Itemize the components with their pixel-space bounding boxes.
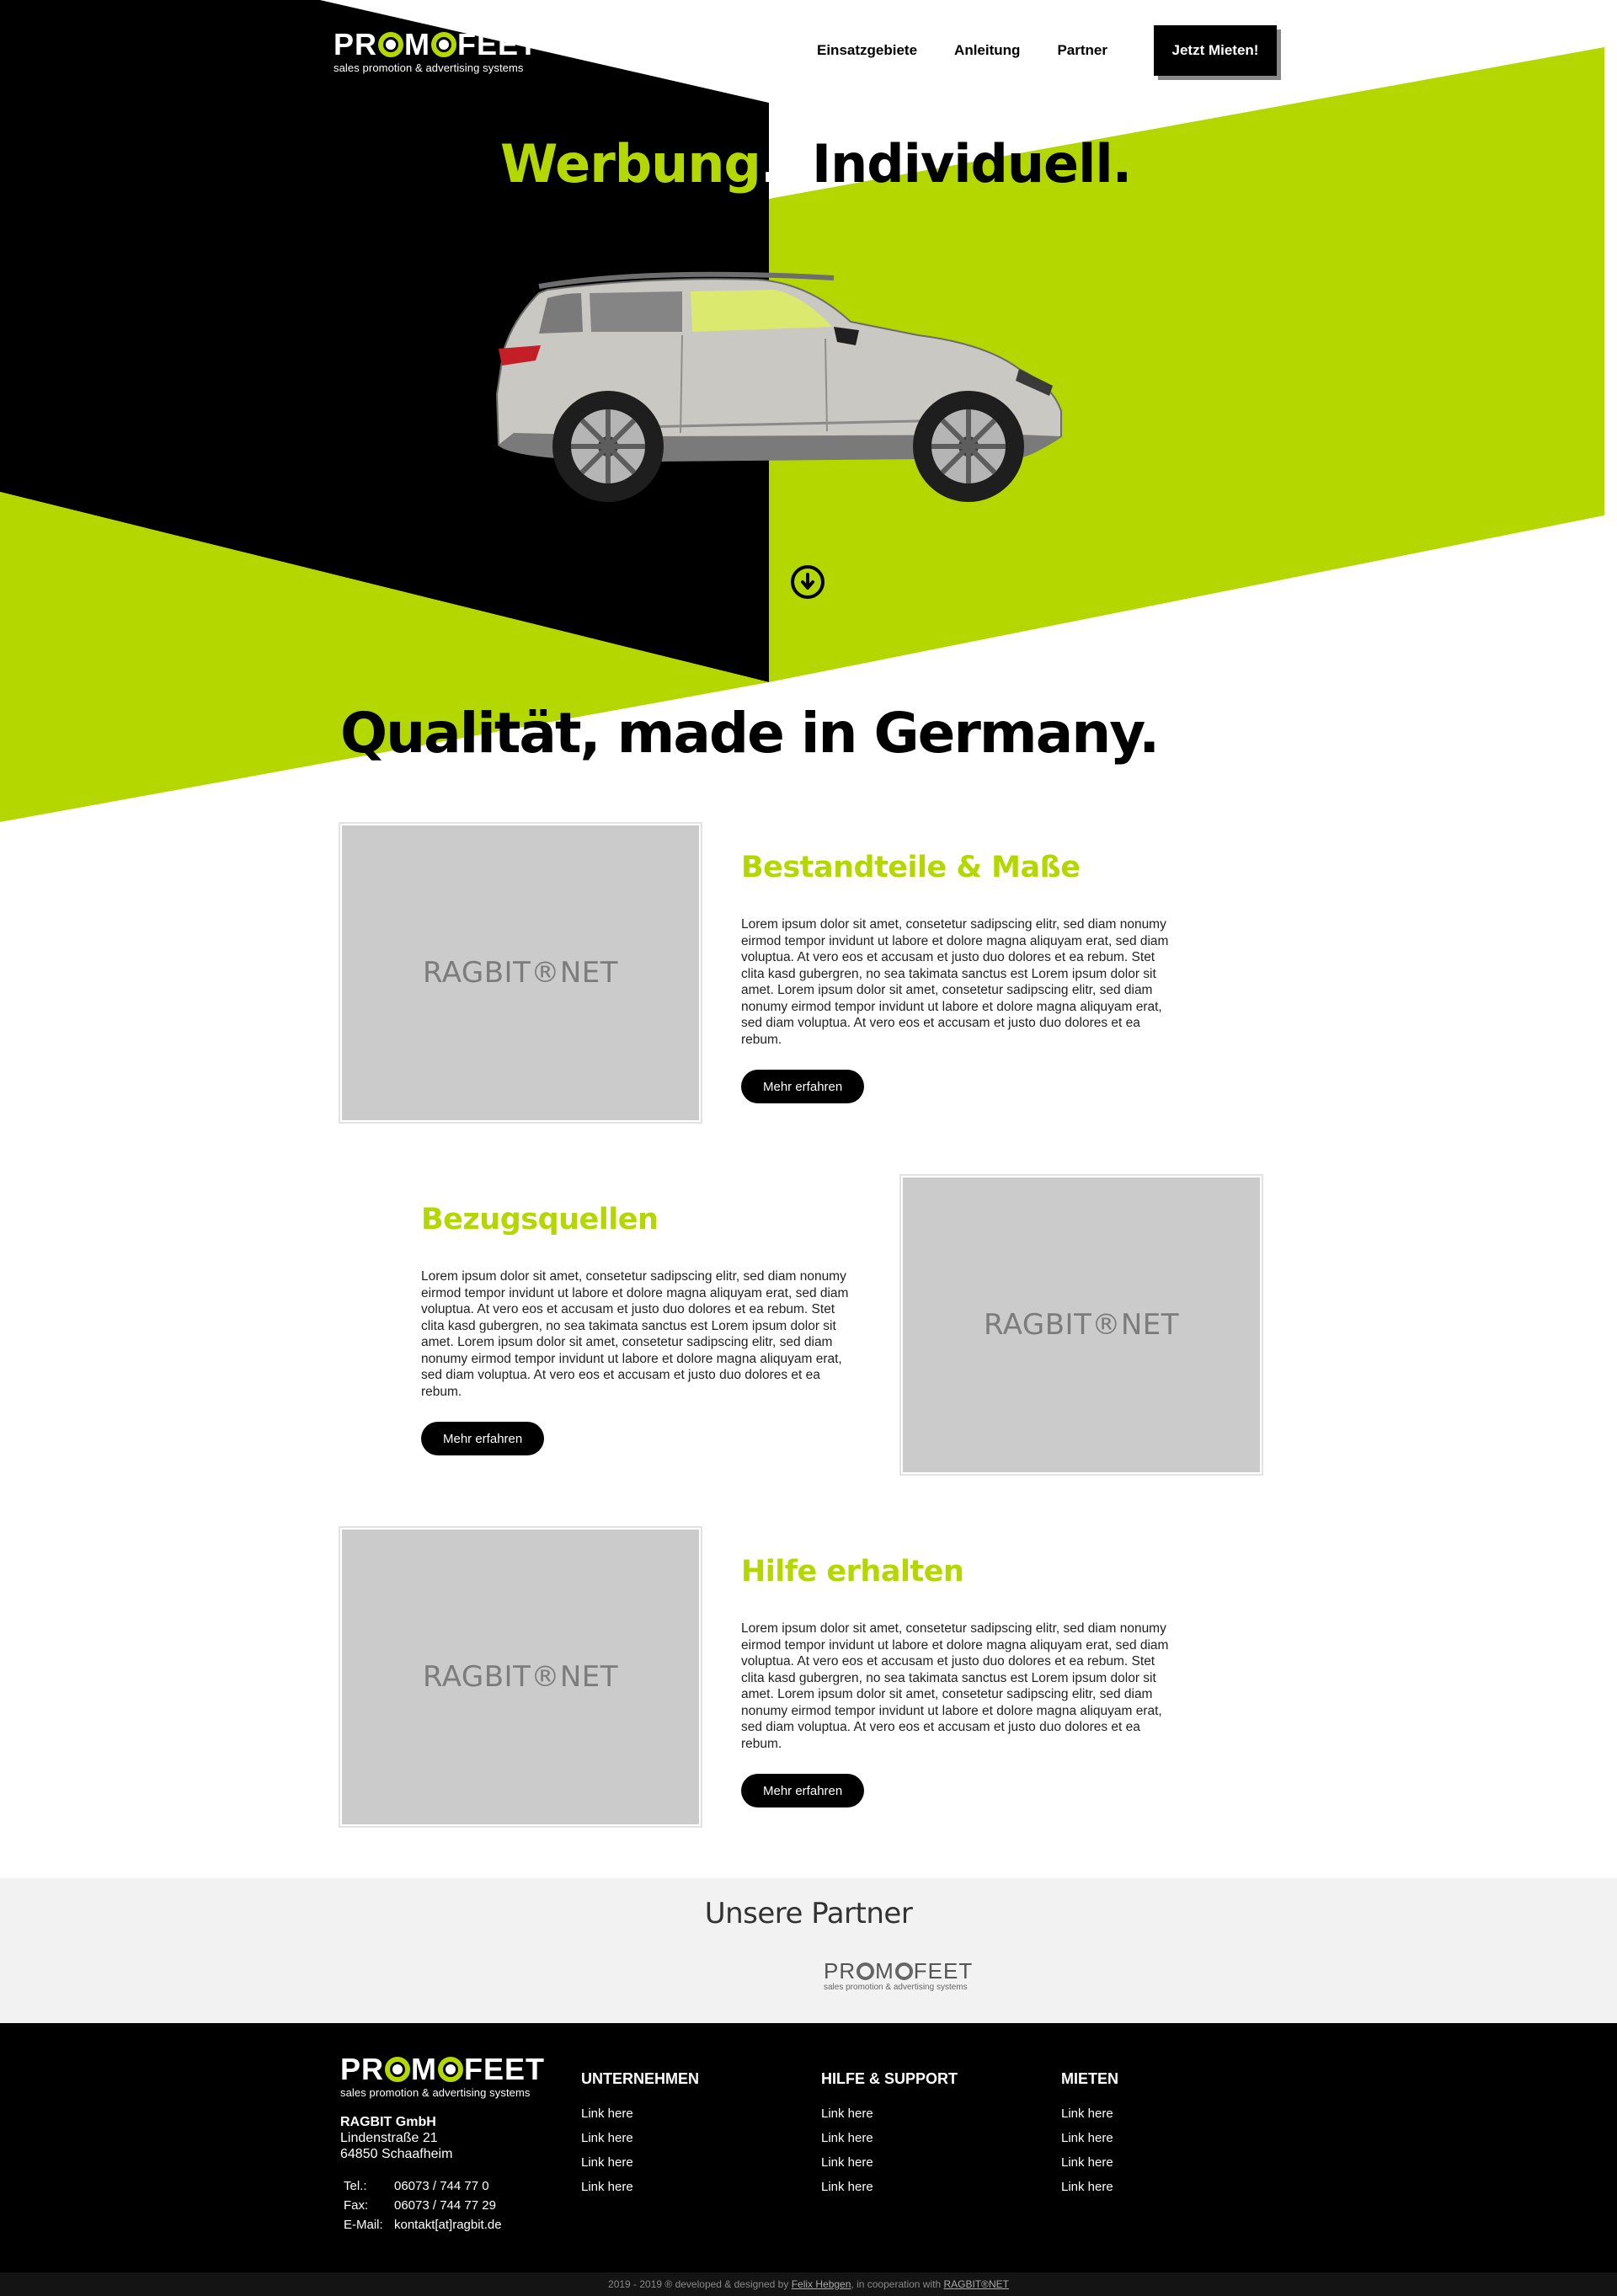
main-nav: Einsatzgebiete Anleitung Partner Jetzt M… [817, 25, 1277, 76]
learn-more-button[interactable]: Mehr erfahren [741, 1070, 865, 1103]
company-city: 64850 Schaafheim [340, 2147, 453, 2161]
feature-block-bezugsquellen: Bezugsquellen Lorem ipsum dolor sit amet… [340, 1174, 1283, 1479]
feature-title: Hilfe erhalten [741, 1555, 964, 1589]
footer-column-hilfe-support: HILFE & SUPPORT Link here Link here Link… [821, 2070, 1023, 2199]
footer-link[interactable]: Link here [821, 2150, 1023, 2175]
arrow-down-circle-icon [801, 573, 814, 590]
footer-link[interactable]: Link here [581, 2101, 783, 2126]
footer-column-heading: UNTERNEHMEN [581, 2070, 700, 2087]
learn-more-button[interactable]: Mehr erfahren [421, 1422, 545, 1455]
feature-block-hilfe: RAGBIT®NET Hilfe erhalten Lorem ipsum do… [339, 1526, 1283, 1831]
partner-link[interactable]: RAGBIT®NET [943, 2278, 1009, 2290]
contact-fax: Fax: 06073 / 744 77 29 [344, 2198, 496, 2213]
feature-body: Lorem ipsum dolor sit amet, consetetur s… [421, 1269, 849, 1399]
company-address: RAGBIT GmbH Lindenstraße 21 64850 Schaaf… [340, 2114, 452, 2162]
feature-title: Bestandteile & Maße [741, 851, 1081, 884]
footer-column-unternehmen: UNTERNEHMEN Link here Link here Link her… [581, 2070, 783, 2199]
footer-link[interactable]: Link here [581, 2175, 783, 2199]
author-link[interactable]: Felix Hebgen [792, 2278, 851, 2290]
contact-info: Tel.: 06073 / 744 77 0 Fax: 06073 / 744 77… [344, 2176, 502, 2235]
footer-link[interactable]: Link here [1061, 2126, 1263, 2150]
contact-email: E-Mail: kontakt[at]ragbit.de [344, 2218, 502, 2232]
logo-wordmark: PR M FEET [334, 27, 539, 61]
partner-logo-promofeet[interactable]: PR M FEET sales promotion & advertising sy… [824, 1959, 973, 1992]
nav-link-einsatzgebiete[interactable]: Einsatzgebiete [817, 42, 917, 59]
logo-tagline: sales promotion & advertising systems [340, 2086, 531, 2099]
footer-logo[interactable]: PR M FEET sales promotion & advertising sy… [340, 2052, 546, 2100]
footer: PR M FEET sales promotion & advertising sy… [0, 2023, 1617, 2272]
footer-link[interactable]: Link here [821, 2126, 1023, 2150]
footer-link[interactable]: Link here [1061, 2175, 1263, 2199]
footer-link[interactable]: Link here [581, 2126, 783, 2150]
partners-section: Unsere Partner PR M FEET sales promotion &… [0, 1878, 1617, 2023]
learn-more-button[interactable]: Mehr erfahren [741, 1774, 865, 1807]
nav-link-anleitung[interactable]: Anleitung [954, 42, 1020, 59]
company-street: Lindenstraße 21 [340, 2131, 438, 2145]
contact-phone: Tel.: 06073 / 744 77 0 [344, 2179, 489, 2193]
rent-now-button[interactable]: Jetzt Mieten! [1154, 25, 1277, 76]
copyright-bar: 2019 - 2019 ® developed & designed by Fe… [0, 2272, 1617, 2296]
feature-text: Hilfe erhalten Lorem ipsum dolor sit ame… [741, 1555, 1187, 1807]
feature-image-placeholder: RAGBIT®NET [339, 822, 702, 1124]
car-illustration [495, 271, 1062, 502]
feature-title: Bezugsquellen [421, 1203, 659, 1236]
partners-title: Unsere Partner [704, 1897, 913, 1930]
partner-tagline: sales promotion & advertising systems [824, 1983, 968, 1992]
hero-section: PR M FEET sales promotion & advertising sy… [0, 0, 1617, 825]
nav-link-partner[interactable]: Partner [1057, 42, 1107, 59]
feature-block-bestandteile: RAGBIT®NET Bestandteile & Maße Lorem ips… [339, 822, 1283, 1127]
feature-image-placeholder: RAGBIT®NET [899, 1174, 1263, 1476]
footer-link[interactable]: Link here [1061, 2101, 1263, 2126]
footer-column-heading: HILFE & SUPPORT [821, 2070, 958, 2087]
company-name: RAGBIT GmbH [340, 2115, 436, 2129]
logo-tagline: sales promotion & advertising systems [334, 61, 524, 74]
scroll-down-button[interactable] [791, 565, 825, 599]
hero-title-right: Individuell. [812, 133, 1132, 195]
quality-heading: Qualität, made in Germany. [340, 701, 1160, 766]
feature-text: Bestandteile & Maße Lorem ipsum dolor si… [741, 851, 1187, 1103]
footer-link[interactable]: Link here [821, 2101, 1023, 2126]
footer-column-mieten: MIETEN Link here Link here Link here Lin… [1061, 2070, 1263, 2199]
brand-logo[interactable]: PR M FEET sales promotion & advertising sy… [334, 27, 539, 75]
footer-link[interactable]: Link here [1061, 2150, 1263, 2175]
feature-body: Lorem ipsum dolor sit amet, consetetur s… [741, 917, 1169, 1047]
feature-body: Lorem ipsum dolor sit amet, consetetur s… [741, 1621, 1169, 1751]
footer-link[interactable]: Link here [821, 2175, 1023, 2199]
logo-wordmark: PR M FEET [340, 2052, 546, 2086]
partner-wordmark: PR M FEET [824, 1958, 974, 1984]
footer-link[interactable]: Link here [581, 2150, 783, 2175]
feature-image-placeholder: RAGBIT®NET [339, 1526, 702, 1828]
footer-column-heading: MIETEN [1061, 2070, 1119, 2087]
feature-text: Bezugsquellen Lorem ipsum dolor sit amet… [421, 1203, 867, 1455]
hero-title-left: Werbung. [500, 133, 780, 195]
